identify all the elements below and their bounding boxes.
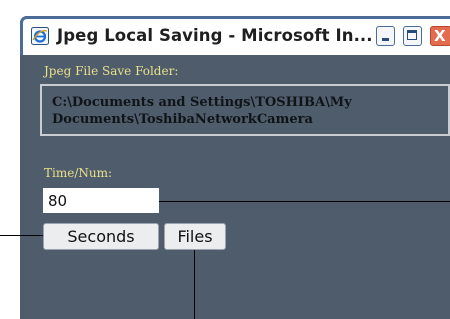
time-num-label: Time/Num: bbox=[44, 166, 113, 180]
save-folder-box: C:\Documents and Settings\TOSHIBA\My Doc… bbox=[40, 84, 450, 136]
title-bar[interactable]: Jpeg Local Saving - Microsoft In... X bbox=[20, 16, 450, 56]
maximize-icon bbox=[407, 30, 417, 40]
close-button[interactable]: X bbox=[430, 26, 450, 46]
seconds-button[interactable]: Seconds bbox=[43, 223, 159, 250]
window-title: Jpeg Local Saving - Microsoft In... bbox=[57, 26, 373, 45]
maximize-button[interactable] bbox=[403, 26, 422, 46]
time-num-input[interactable] bbox=[43, 188, 159, 213]
minimize-icon bbox=[382, 38, 389, 41]
save-folder-label: Jpeg File Save Folder: bbox=[44, 64, 179, 78]
save-folder-path: C:\Documents and Settings\TOSHIBA\My Doc… bbox=[52, 95, 352, 127]
callout-line-time-input bbox=[159, 201, 450, 202]
internet-explorer-icon bbox=[31, 27, 49, 45]
callout-line-seconds-button bbox=[0, 235, 43, 236]
minimize-button[interactable] bbox=[376, 26, 395, 46]
callout-line-files-button bbox=[194, 250, 195, 319]
files-button[interactable]: Files bbox=[164, 223, 226, 250]
close-icon: X bbox=[434, 27, 446, 45]
